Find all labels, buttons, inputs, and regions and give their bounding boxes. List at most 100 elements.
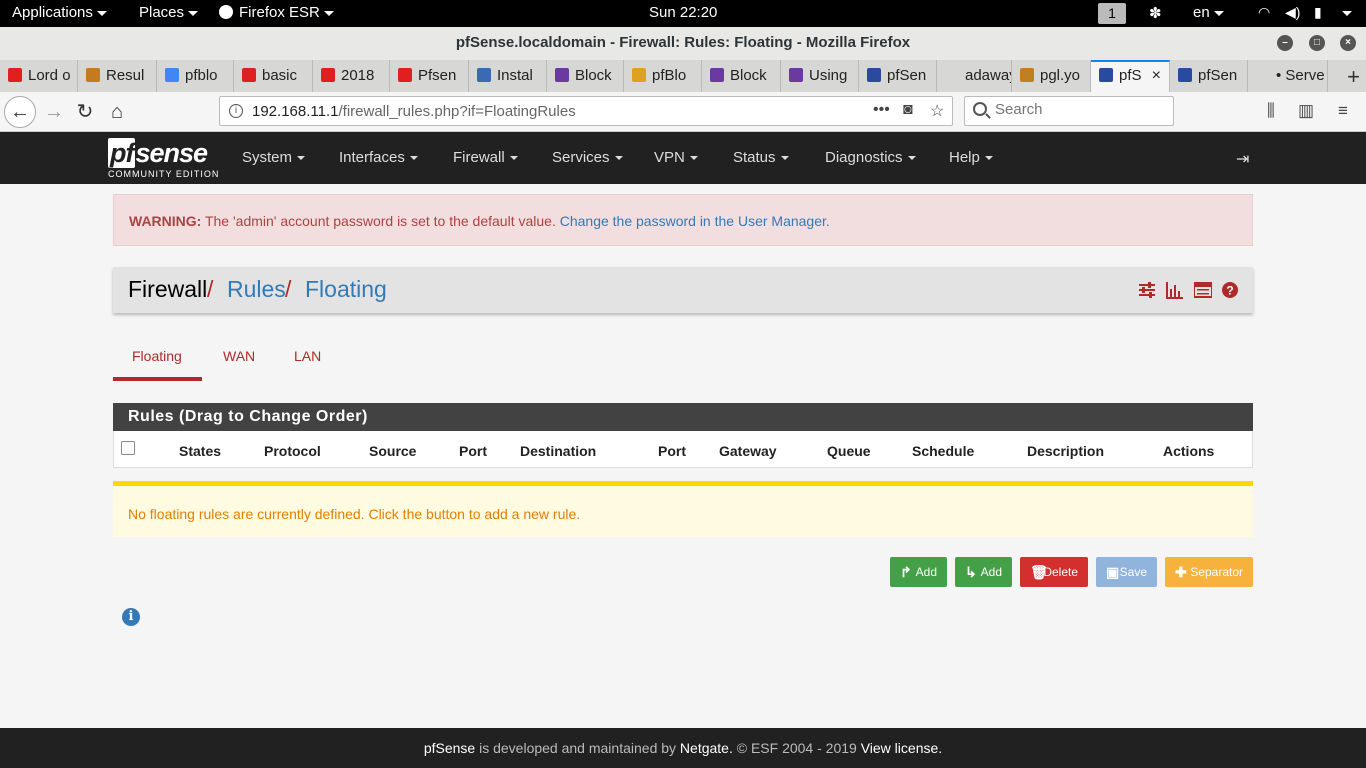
battery-icon[interactable]: ▮	[1314, 4, 1322, 21]
add-top-button[interactable]: ↱ Add	[890, 557, 947, 587]
library-icon[interactable]: ⫼	[1267, 101, 1275, 121]
new-tab-icon[interactable]: +	[1347, 64, 1360, 90]
hamburger-menu-icon[interactable]: ≡	[1338, 101, 1348, 121]
breadcrumb-floating[interactable]: Floating	[305, 276, 387, 303]
delete-button[interactable]: 🗑 Delete	[1020, 557, 1088, 587]
browser-tab[interactable]: Using	[781, 60, 859, 92]
bar-chart-icon[interactable]	[1165, 281, 1183, 299]
browser-tab[interactable]: basic	[234, 60, 313, 92]
breadcrumb-separator: /	[207, 276, 214, 302]
volume-icon[interactable]: ◀)	[1285, 4, 1300, 21]
system-menu[interactable]	[1338, 4, 1352, 21]
pfsense-navbar: pfsense COMMUNITY EDITION System Interfa…	[0, 132, 1366, 184]
tab-floating[interactable]: Floating	[132, 348, 182, 364]
plus-icon: ✚	[1175, 564, 1187, 580]
help-icon[interactable]: ?	[1221, 281, 1239, 299]
tab-label: Instal	[497, 67, 533, 84]
firefox-app-menu[interactable]: Firefox ESR	[219, 4, 334, 21]
bookmark-star-icon[interactable]: ☆	[930, 101, 944, 121]
pfsense-logo[interactable]: pfsense COMMUNITY EDITION	[108, 138, 219, 179]
browser-tab[interactable]: pfBlo	[624, 60, 702, 92]
back-icon[interactable]: ←	[4, 96, 36, 128]
browser-tab[interactable]: 2018	[313, 60, 390, 92]
pocket-icon[interactable]: ◙	[903, 101, 913, 119]
logout-icon[interactable]: ⇥	[1236, 149, 1249, 169]
tab-favicon-icon	[789, 68, 803, 82]
clock[interactable]: Sun 22:20	[649, 4, 717, 21]
breadcrumb-rules[interactable]: Rules	[227, 276, 286, 303]
table-icon[interactable]	[1194, 281, 1212, 299]
browser-tab[interactable]: pfS ×	[1091, 60, 1170, 92]
breadcrumb: Firewall / Rules / Floating ?	[113, 267, 1253, 313]
menu-label: Interfaces	[339, 149, 405, 166]
site-info-icon[interactable]: i	[229, 104, 243, 118]
user-manager-link[interactable]: Change the password in the User Manager.	[560, 213, 830, 229]
separator-button[interactable]: ✚ Separator	[1165, 557, 1253, 587]
tab-lan[interactable]: LAN	[294, 348, 321, 364]
menu-system[interactable]: System	[242, 149, 306, 166]
sliders-icon[interactable]	[1138, 281, 1156, 299]
reload-icon[interactable]: ↻	[71, 98, 99, 126]
add-bottom-button[interactable]: ↳ Add	[955, 557, 1012, 587]
browser-tab[interactable]: adaway.	[937, 60, 1012, 92]
tab-label: pfBlo	[652, 67, 687, 84]
maximize-icon[interactable]: □	[1309, 35, 1325, 51]
language-menu[interactable]: en	[1193, 4, 1224, 21]
save-button[interactable]: ▣ Save	[1096, 557, 1157, 587]
places-menu[interactable]: Places	[139, 4, 199, 21]
menu-label: System	[242, 149, 293, 166]
menu-services[interactable]: Services	[552, 149, 623, 166]
menu-firewall[interactable]: Firewall	[453, 149, 518, 166]
browser-tab[interactable]: • Serve	[1248, 60, 1328, 92]
button-label: Save	[1119, 565, 1147, 579]
browser-tab[interactable]: Instal	[469, 60, 547, 92]
tab-favicon-icon	[555, 68, 569, 82]
menu-vpn[interactable]: VPN	[654, 149, 698, 166]
browser-tab[interactable]: Resul	[78, 60, 157, 92]
url-text[interactable]: 192.168.11.1/firewall_rules.php?if=Float…	[252, 103, 576, 120]
tab-favicon-icon	[632, 68, 646, 82]
applications-menu[interactable]: Applications	[12, 4, 107, 21]
tab-wan[interactable]: WAN	[223, 348, 255, 364]
menu-diagnostics[interactable]: Diagnostics	[825, 149, 916, 166]
chevron-down-icon	[409, 156, 418, 161]
wifi-icon[interactable]: ◠	[1258, 4, 1270, 21]
workspace-indicator[interactable]: 1	[1098, 3, 1126, 24]
browser-tab[interactable]: Lord o	[0, 60, 78, 92]
forward-icon[interactable]: →	[40, 98, 68, 126]
search-bar[interactable]	[964, 96, 1174, 126]
tab-label: Using	[809, 67, 848, 84]
url-bar[interactable]: i 192.168.11.1/firewall_rules.php?if=Flo…	[219, 96, 953, 126]
menu-help[interactable]: Help	[949, 149, 993, 166]
search-input[interactable]	[995, 101, 1165, 118]
select-all-checkbox[interactable]	[121, 441, 135, 455]
active-tab-indicator	[113, 377, 202, 381]
browser-tab[interactable]: Block	[547, 60, 624, 92]
browser-tab[interactable]: pgl.yo	[1012, 60, 1091, 92]
page-footer: pfSense is developed and maintained by N…	[0, 728, 1366, 768]
browser-tab[interactable]: Block	[702, 60, 781, 92]
info-icon[interactable]: i	[122, 608, 140, 626]
close-icon[interactable]: ×	[1340, 35, 1356, 51]
sidebar-icon[interactable]: ▥	[1298, 101, 1314, 121]
minimize-icon[interactable]: –	[1277, 35, 1293, 51]
browser-tab[interactable]: pfblo	[157, 60, 234, 92]
license-link[interactable]: View license.	[861, 740, 942, 756]
netgate-link[interactable]: Netgate.	[680, 740, 733, 756]
close-tab-icon[interactable]: ×	[1152, 62, 1161, 90]
tab-label: Lord o	[28, 67, 71, 84]
menu-status[interactable]: Status	[733, 149, 789, 166]
page-actions-icon[interactable]: •••	[873, 101, 890, 119]
breadcrumb-separator: /	[285, 276, 292, 302]
tab-favicon-icon	[1178, 68, 1192, 82]
browser-tab[interactable]: pfSen	[1170, 60, 1248, 92]
home-icon[interactable]: ⌂	[103, 98, 131, 126]
menu-interfaces[interactable]: Interfaces	[339, 149, 418, 166]
extension-icon[interactable]: ✽	[1149, 4, 1162, 22]
menu-label: Diagnostics	[825, 149, 903, 166]
column-protocol: Protocol	[264, 443, 321, 459]
tab-label: adaway.	[965, 67, 1011, 84]
browser-tab[interactable]: pfSen	[859, 60, 937, 92]
browser-tab[interactable]: Pfsen	[390, 60, 469, 92]
arrow-down-icon: ↳	[965, 564, 977, 580]
